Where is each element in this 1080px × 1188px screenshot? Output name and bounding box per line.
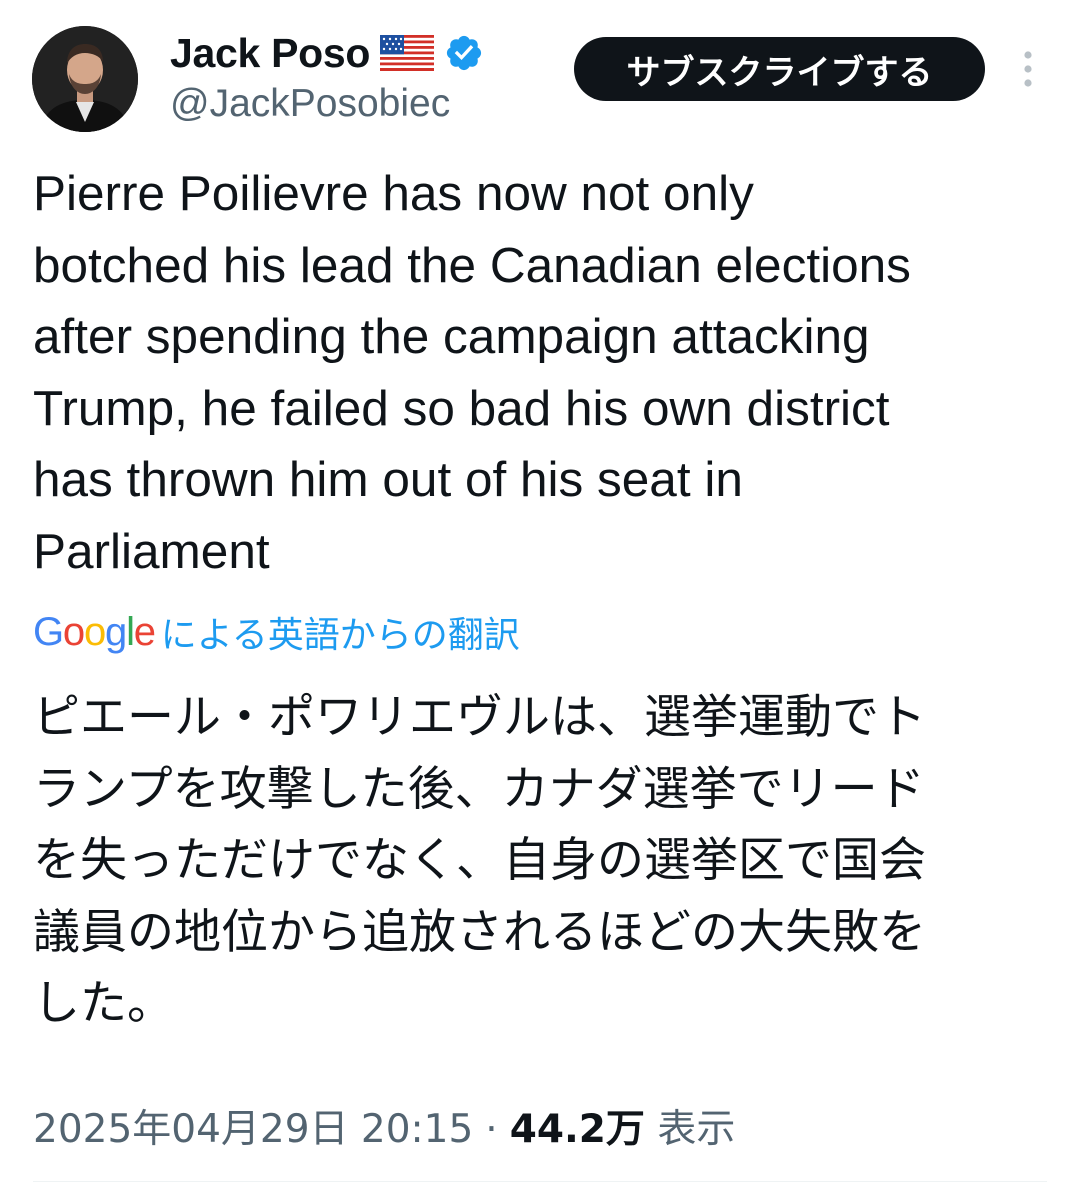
google-logo: Google	[33, 609, 156, 654]
translated-tweet-text: ピエール・ポワリエヴルは、選挙運動でト ランプを攻撃した後、カナダ選挙でリード …	[33, 682, 1063, 1040]
translated-text-line: 議員の地位から追放されるほどの大失敗を	[33, 904, 926, 960]
more-options-button[interactable]	[1008, 44, 1048, 94]
avatar[interactable]	[32, 26, 138, 132]
tweet-text-line: has thrown him out of his seat in	[33, 452, 743, 507]
tweet-text-line: Trump, he failed so bad his own district	[33, 380, 890, 436]
tweet-detail: Jack Poso @JackPosobiec サブスクライブする Pierre…	[0, 0, 1080, 1188]
divider	[33, 1181, 1047, 1182]
tweet-text-line: Parliament	[33, 523, 270, 579]
tweet-timestamp[interactable]: 2025年04月29日 20:15	[33, 1098, 473, 1154]
views-label: 表示	[657, 1107, 736, 1152]
translated-text-line: した。	[33, 976, 174, 1031]
meta-separator: ·	[485, 1107, 498, 1152]
translation-attribution-link[interactable]: による英語からの翻訳	[161, 606, 520, 658]
more-vertical-icon	[1024, 51, 1032, 87]
tweet-text-line: botched his lead the Canadian elections	[33, 237, 911, 293]
translated-text-line: ピエール・ポワリエヴルは、選挙運動でト	[33, 690, 926, 745]
author-name-row[interactable]: Jack Poso	[170, 28, 484, 78]
avatar-image	[32, 26, 138, 132]
views-count: 44.2万	[509, 1107, 645, 1152]
tweet-text-line: Pierre Poilievre has now not only	[33, 166, 754, 221]
us-flag-icon	[380, 35, 435, 71]
translated-text-line: ランプを攻撃した後、カナダ選挙でリード	[33, 761, 925, 817]
verified-badge-icon[interactable]	[444, 33, 484, 73]
author-display-name[interactable]: Jack Poso	[170, 30, 370, 77]
translated-text-line: を失っただけでなく、自身の選挙区で国会	[33, 833, 926, 888]
subscribe-button[interactable]: サブスクライブする	[574, 37, 985, 101]
translation-attribution[interactable]: Google による英語からの翻訳	[33, 606, 520, 658]
author-handle[interactable]: @JackPosobiec	[170, 82, 450, 126]
tweet-text: Pierre Poilievre has now not only botche…	[33, 158, 1063, 587]
tweet-meta: 2025年04月29日 20:15 · 44.2万 表示	[33, 1098, 735, 1154]
tweet-text-line: after spending the campaign attacking	[33, 309, 870, 364]
